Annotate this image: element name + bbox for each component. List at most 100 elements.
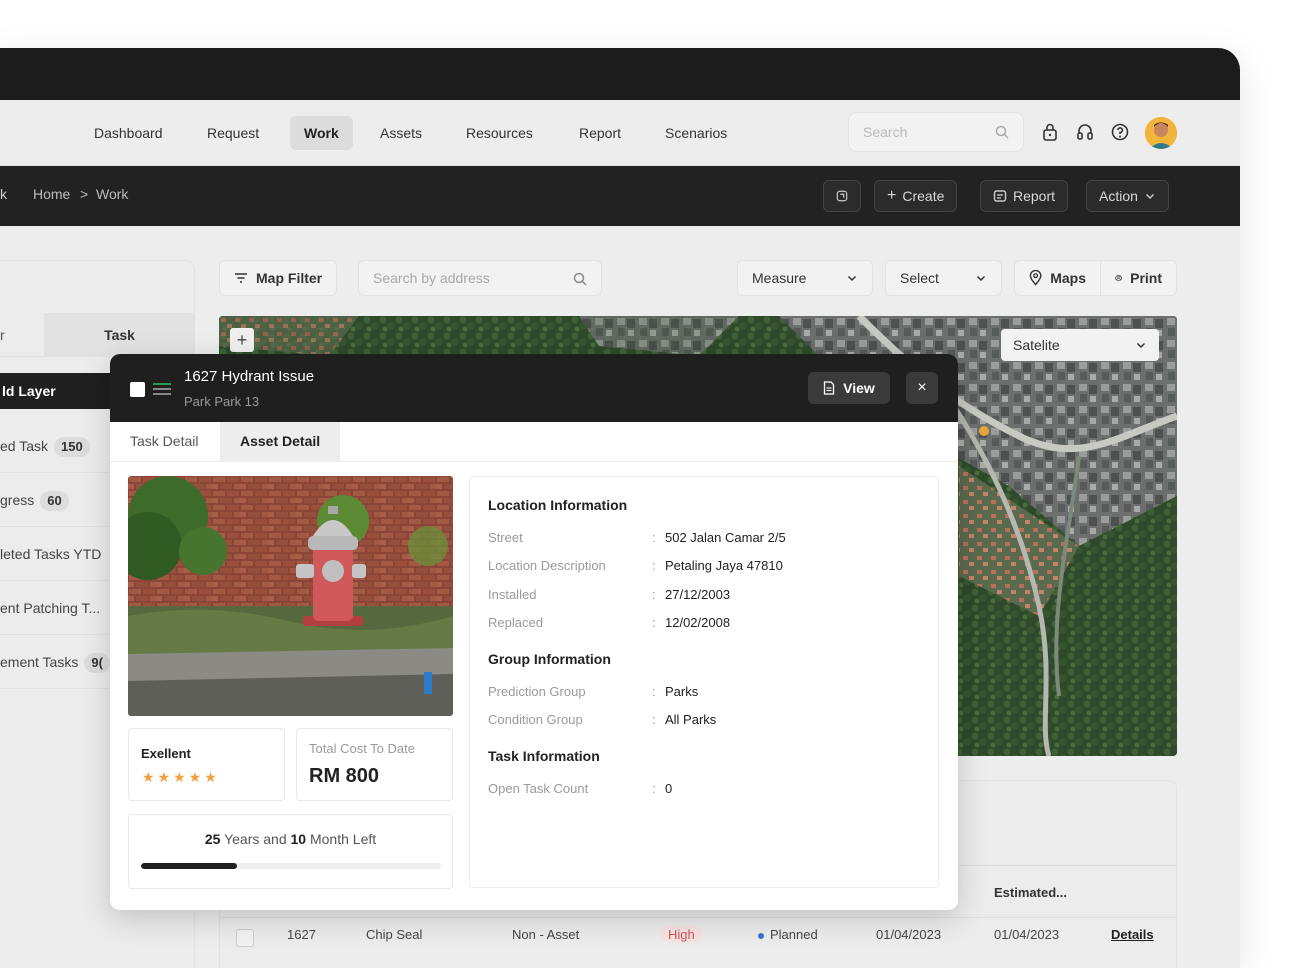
search-placeholder: Search (863, 124, 908, 140)
refresh-button[interactable] (823, 180, 861, 212)
remaining-life-text: 25 Years and 10 Month Left (129, 831, 452, 847)
list-item-label: gress (0, 492, 35, 508)
field-colon: : (652, 615, 656, 630)
action-dropdown[interactable]: Action (1086, 180, 1169, 212)
popup-subtitle: Park Park 13 (184, 394, 260, 409)
chevron-down-icon (1136, 342, 1146, 349)
tab-asset-detail[interactable]: Asset Detail (220, 422, 341, 462)
map-zoom-in-button[interactable]: + (230, 328, 254, 352)
cell-type: Chip Seal (366, 927, 423, 942)
map-pin-icon (1029, 270, 1042, 286)
close-button[interactable]: × (906, 372, 938, 404)
location-info-title: Location Information (488, 497, 628, 513)
count-badge: 150 (54, 437, 90, 457)
left-panel-tabs: r Task (0, 313, 195, 357)
count-badge: 60 (40, 491, 69, 511)
map-layer-select[interactable]: Satelite (1001, 329, 1159, 361)
select-label: Select (900, 270, 939, 286)
count-badge: 9( (84, 653, 110, 673)
nav-request[interactable]: Request (193, 116, 273, 150)
cost-label: Total Cost To Date (309, 741, 415, 756)
plus-icon: + (887, 187, 897, 204)
status-label: Planned (770, 927, 818, 942)
print-button[interactable]: Print (1100, 260, 1177, 296)
tab-task[interactable]: Task (44, 313, 195, 357)
cost-card: Total Cost To Date RM 800 (296, 728, 453, 801)
column-header-estimated[interactable]: Estimated... (994, 867, 1067, 919)
tab-task-detail[interactable]: Task Detail (130, 422, 198, 462)
nav-work[interactable]: Work (290, 116, 353, 150)
list-item-label: ent Patching T... (0, 600, 101, 616)
help-icon[interactable] (1110, 122, 1130, 142)
measure-dropdown[interactable]: Measure (737, 260, 873, 296)
print-label: Print (1130, 270, 1162, 286)
map-layer-label: Satelite (1013, 337, 1060, 353)
nav-report[interactable]: Report (565, 116, 635, 150)
tab-layer-stub[interactable]: r (0, 327, 5, 343)
nav-scenarios[interactable]: Scenarios (651, 116, 741, 150)
popup-title: 1627 Hydrant Issue (184, 368, 315, 385)
status-indicator: Planned (758, 927, 818, 942)
rating-stars: ★★★★★ (142, 769, 220, 785)
headset-icon[interactable] (1075, 122, 1095, 142)
priority-badge: High (660, 926, 703, 943)
search-icon (995, 125, 1009, 139)
open-task-count-label: Open Task Count (488, 781, 589, 796)
months-word: Month Left (309, 831, 377, 847)
map-filter-button[interactable]: Map Filter (219, 260, 338, 296)
report-button[interactable]: Report (980, 180, 1069, 212)
details-link[interactable]: Details (1111, 927, 1154, 942)
address-search-placeholder: Search by address (373, 270, 490, 286)
field-colon: : (652, 684, 656, 699)
refresh-icon (836, 190, 848, 202)
location-description-value: Petaling Jaya 47810 (665, 558, 783, 573)
drag-handle-icon[interactable] (153, 382, 171, 396)
installed-label: Installed (488, 587, 537, 602)
view-button[interactable]: View (808, 372, 890, 404)
printer-icon (1115, 275, 1122, 281)
breadcrumb-current: Work (96, 186, 129, 202)
global-search-input[interactable]: Search (848, 112, 1024, 152)
field-colon: : (652, 781, 656, 796)
top-navigation: Dashboard Request Work Assets Resources … (0, 100, 1240, 166)
address-search-input[interactable]: Search by address (358, 260, 602, 296)
years-value: 25 (204, 831, 221, 847)
user-avatar[interactable] (1145, 117, 1177, 149)
select-dropdown[interactable]: Select (885, 260, 1002, 296)
popup-select-checkbox[interactable] (130, 382, 145, 397)
replaced-value: 12/02/2008 (665, 615, 731, 630)
chevron-down-icon (847, 275, 857, 282)
replaced-label: Replaced (488, 615, 543, 630)
location-description-label: Location Description (488, 558, 606, 573)
cell-id: 1627 (287, 927, 316, 942)
list-item-label: leted Tasks YTD (0, 546, 102, 562)
cell-asset: Non - Asset (512, 927, 580, 942)
nav-resources[interactable]: Resources (452, 116, 547, 150)
view-label: View (843, 380, 875, 396)
group-info-title: Group Information (488, 651, 611, 667)
maps-label: Maps (1050, 270, 1086, 286)
condition-label: Exellent (141, 746, 191, 761)
cost-value: RM 800 (309, 765, 380, 787)
remaining-life-progress (141, 863, 441, 869)
measure-label: Measure (752, 270, 807, 286)
nav-assets[interactable]: Assets (366, 116, 436, 150)
layer-header[interactable]: ld Layer (0, 373, 120, 409)
breadcrumb-separator: > (80, 186, 89, 202)
breadcrumb-stub[interactable]: k (0, 186, 7, 202)
task-info-title: Task Information (488, 748, 600, 764)
nav-dashboard[interactable]: Dashboard (80, 116, 177, 150)
lock-icon[interactable] (1040, 122, 1060, 142)
status-dot (758, 932, 764, 939)
asset-photo (128, 476, 453, 716)
prediction-group-value: Parks (665, 684, 699, 699)
popup-header: 1627 Hydrant Issue Park Park 13 View × (110, 354, 958, 422)
document-icon (824, 381, 835, 395)
open-task-count-value: 0 (665, 781, 673, 796)
row-checkbox[interactable] (236, 929, 254, 947)
chevron-down-icon (1145, 193, 1154, 200)
create-button[interactable]: + Create (874, 180, 958, 212)
breadcrumb-home[interactable]: Home (33, 186, 70, 202)
maps-button[interactable]: Maps (1014, 260, 1101, 296)
avatar-image (1145, 117, 1177, 149)
